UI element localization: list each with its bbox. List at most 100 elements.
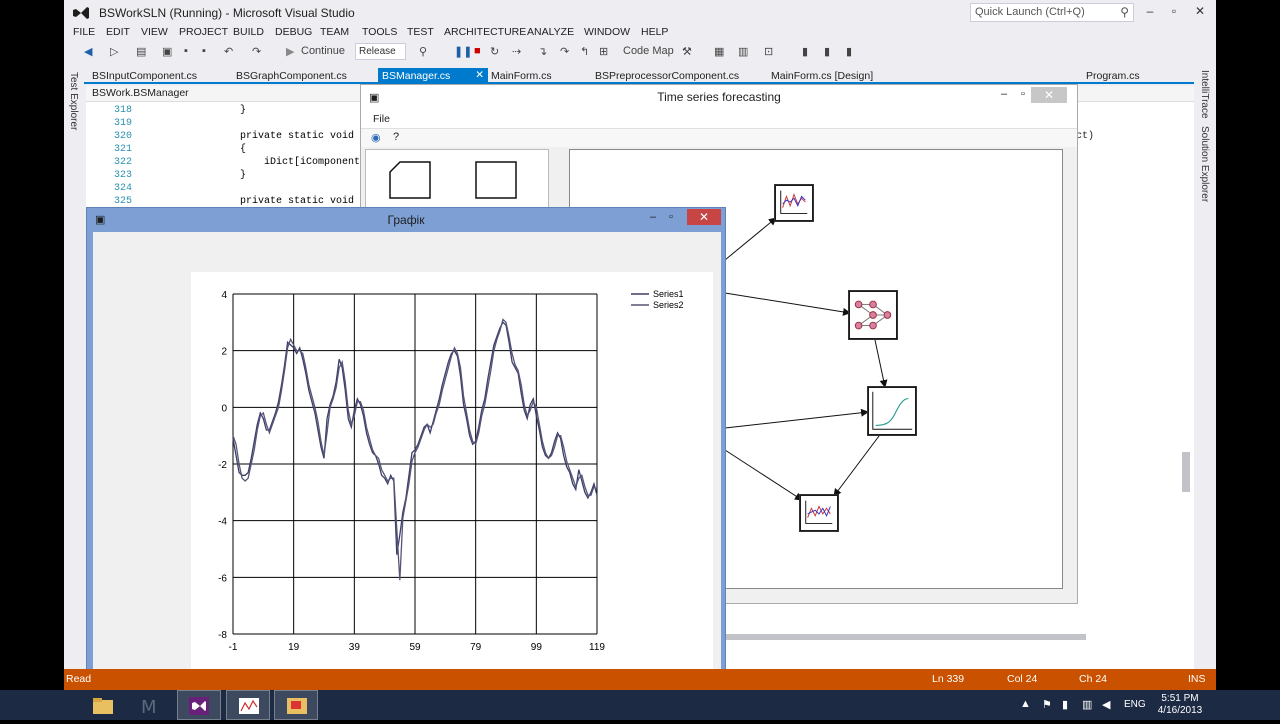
y-tick-label: -6 <box>218 573 227 584</box>
menu-project[interactable]: PROJECT <box>179 26 228 38</box>
new-project-icon[interactable]: ▤ <box>136 45 146 59</box>
step-into-icon[interactable]: ↴ <box>538 45 547 59</box>
tab-bsinputcomponent[interactable]: BSInputComponent.cs <box>92 70 197 82</box>
x-tick-label: 59 <box>409 642 421 653</box>
menu-debug[interactable]: DEBUG <box>275 26 312 38</box>
y-tick-label: 2 <box>221 347 227 358</box>
menu-bar: FILE EDIT VIEW PROJECT BUILD DEBUG TEAM … <box>64 26 1216 40</box>
vertical-scrollbar-thumb[interactable] <box>1182 452 1190 492</box>
prev-bookmark-icon[interactable]: ▮ <box>824 45 830 59</box>
graph-node-icon[interactable] <box>774 184 814 222</box>
preprocessor-node-icon[interactable] <box>867 386 917 436</box>
language-indicator[interactable]: ENG <box>1124 699 1146 710</box>
taskbar-visual-studio[interactable] <box>177 690 221 720</box>
taskbar-explorer[interactable] <box>80 690 124 720</box>
open-file-icon[interactable]: ▣ <box>162 45 172 59</box>
continue-button[interactable]: Continue <box>301 45 345 59</box>
stop-debugging-icon[interactable]: ■ <box>474 45 481 59</box>
tab-close-icon[interactable]: ✕ <box>475 69 484 81</box>
volume-icon[interactable]: ◀ <box>1102 698 1110 711</box>
visual-studio-icon <box>189 697 209 715</box>
step-over-icon[interactable]: ↷ <box>560 45 569 59</box>
menu-analyze[interactable]: ANALYZE <box>527 26 574 38</box>
minimize-button[interactable]: – <box>1141 4 1159 20</box>
break-all-icon[interactable]: ❚❚ <box>454 45 472 59</box>
menu-window[interactable]: WINDOW <box>584 26 630 38</box>
step-out-icon[interactable]: ↰ <box>580 45 589 59</box>
menu-edit[interactable]: EDIT <box>106 26 130 38</box>
help-icon[interactable]: ? <box>393 131 399 143</box>
output-graph-node-icon[interactable] <box>799 494 839 532</box>
ts-title-bar: ▣ Time series forecasting – ▫ ✕ <box>361 85 1077 109</box>
close-button[interactable]: ✕ <box>1191 4 1209 20</box>
x-tick-label: 39 <box>349 642 361 653</box>
forward-icon[interactable]: ▷ <box>110 45 118 59</box>
intellitrace-tab[interactable]: IntelliTrace <box>1199 70 1210 119</box>
solution-configuration-select[interactable]: Release <box>355 43 406 60</box>
comment-icon[interactable]: ⊡ <box>764 45 773 59</box>
tab-bsmanager[interactable]: BSManager.cs ✕ <box>378 68 488 84</box>
ts-minimize-button[interactable]: – <box>1001 88 1007 100</box>
neural-network-node-icon[interactable] <box>848 290 898 340</box>
layout-icon[interactable]: ▦ <box>714 45 724 59</box>
attach-icon[interactable]: ⚲ <box>419 45 427 59</box>
menu-file[interactable]: FILE <box>73 26 95 38</box>
redo-icon[interactable]: ↷ <box>252 45 261 59</box>
bookmark-icon[interactable]: ▮ <box>802 45 808 59</box>
tool-icon[interactable]: ⚒ <box>682 45 692 59</box>
graph-maximize-button[interactable]: ▫ <box>669 211 673 223</box>
graph-close-button[interactable]: ✕ <box>687 209 721 225</box>
graph-component-icon[interactable] <box>474 160 518 200</box>
taskbar-app[interactable]: M <box>130 690 174 720</box>
ts-close-button[interactable]: ✕ <box>1031 87 1067 103</box>
ts-maximize-button[interactable]: ▫ <box>1021 88 1025 100</box>
graph-window: ▣ Графік – ▫ ✕ -1 19 39 59 79 99 119 4 2 0 -2 -4 -6-… <box>86 207 726 685</box>
status-column: Col 24 <box>1007 673 1038 685</box>
test-explorer-tab[interactable]: Test Explorer <box>68 72 79 130</box>
taskbar-chart-app[interactable] <box>226 690 270 720</box>
align-icon[interactable]: ▥ <box>738 45 748 59</box>
menu-architecture[interactable]: ARCHITECTURE <box>444 26 526 38</box>
menu-tools[interactable]: TOOLS <box>362 26 397 38</box>
tab-mainform[interactable]: MainForm.cs <box>491 70 552 82</box>
solution-explorer-tab[interactable]: Solution Explorer <box>1199 126 1210 202</box>
maximize-button[interactable]: ▫ <box>1165 4 1183 20</box>
menu-build[interactable]: BUILD <box>233 26 264 38</box>
code-map-icon[interactable]: ⊞ <box>599 45 608 59</box>
line-chart: -1 19 39 59 79 99 119 4 2 0 -2 -4 -6 -8 Series1Series2 <box>218 289 683 653</box>
input-component-icon[interactable] <box>388 160 432 200</box>
x-tick-label: 119 <box>589 642 605 653</box>
tab-bsgraphcomponent[interactable]: BSGraphComponent.cs <box>236 70 347 82</box>
clock[interactable]: 5:51 PM 4/16/2013 <box>1150 693 1210 717</box>
save-all-icon[interactable]: ▪ <box>202 45 206 59</box>
power-icon[interactable]: ▮ <box>1062 698 1068 711</box>
menu-view[interactable]: VIEW <box>141 26 168 38</box>
taskbar-forecasting-app[interactable] <box>274 690 318 720</box>
menu-help[interactable]: HELP <box>641 26 668 38</box>
forecasting-app-icon <box>287 698 307 714</box>
menu-team[interactable]: TEAM <box>320 26 349 38</box>
graph-minimize-button[interactable]: – <box>650 211 656 223</box>
continue-icon[interactable]: ▶ <box>286 45 294 59</box>
network-icon[interactable]: ▥ <box>1082 698 1092 711</box>
menu-test[interactable]: TEST <box>407 26 434 38</box>
back-icon[interactable]: ◀ <box>84 45 92 59</box>
x-tick-label: 99 <box>531 642 543 653</box>
tab-mainform-design[interactable]: MainForm.cs [Design] <box>771 70 873 82</box>
code-map-button[interactable]: Code Map <box>623 45 674 59</box>
show-next-statement-icon[interactable]: ⇢ <box>512 45 521 59</box>
undo-icon[interactable]: ↶ <box>224 45 233 59</box>
run-icon[interactable]: ◉ <box>371 131 381 144</box>
horizontal-scrollbar-thumb[interactable] <box>726 634 1086 640</box>
save-icon[interactable]: ▪ <box>184 45 188 59</box>
next-bookmark-icon[interactable]: ▮ <box>846 45 852 59</box>
tab-program[interactable]: Program.cs <box>1086 70 1140 82</box>
action-center-icon[interactable]: ⚑ <box>1042 698 1052 711</box>
ts-toolbar: ◉ ? <box>361 129 1077 147</box>
show-hidden-icons-icon[interactable]: ▲ <box>1020 698 1031 710</box>
code-fragment: ct) <box>1076 131 1095 142</box>
ts-menu-file[interactable]: File <box>373 113 390 125</box>
restart-icon[interactable]: ↻ <box>490 45 499 59</box>
tab-bspreprocessorcomponent[interactable]: BSPreprocessorComponent.cs <box>595 70 739 82</box>
quick-launch-input[interactable]: Quick Launch (Ctrl+Q) ⚲ <box>970 3 1134 22</box>
